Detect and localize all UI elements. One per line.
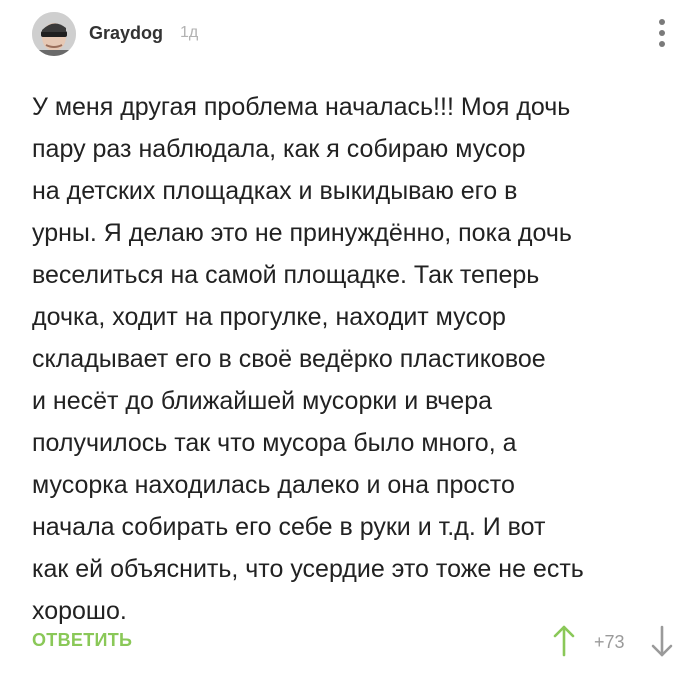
comment-body: У меня другая проблема началась!!! Моя д… xyxy=(32,93,584,625)
arrow-up-icon xyxy=(553,625,575,657)
arrow-down-icon xyxy=(651,625,673,657)
comment-footer: ОТВЕТИТЬ +73 xyxy=(32,620,678,664)
upvote-button[interactable] xyxy=(552,624,576,658)
username[interactable]: Graydog xyxy=(89,23,163,44)
more-options-icon[interactable] xyxy=(652,15,672,51)
timestamp: 1д xyxy=(180,24,199,41)
comment-header: Graydog 1д xyxy=(32,12,672,56)
rating-count: +73 xyxy=(594,632,625,652)
reply-button[interactable]: ОТВЕТИТЬ xyxy=(32,630,132,651)
avatar[interactable] xyxy=(32,12,76,56)
downvote-button[interactable] xyxy=(650,624,674,658)
